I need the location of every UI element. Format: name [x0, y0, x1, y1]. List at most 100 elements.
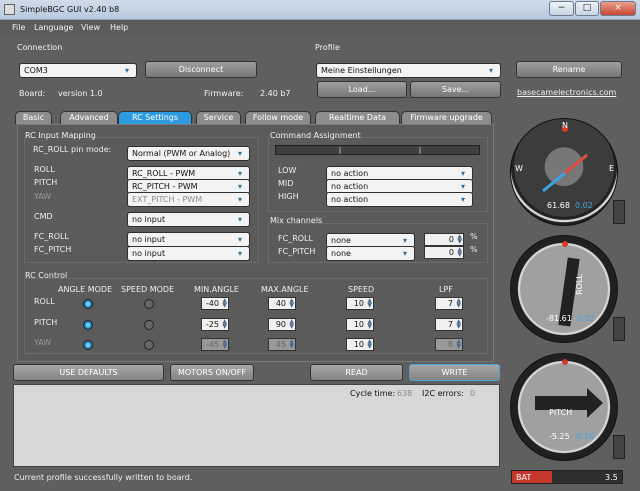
pitch-lpf-input[interactable]: 7 ▲ ▼	[435, 318, 463, 331]
pitch-rate-readout: 0.16	[576, 432, 594, 441]
use-defaults-button[interactable]: USE DEFAULTS	[13, 364, 164, 381]
rc-pitch-label: PITCH	[34, 318, 58, 327]
yaw-angle-mode-radio[interactable]	[83, 340, 93, 350]
min-angle-header: MIN.ANGLE	[194, 285, 239, 294]
roll-lpf-input[interactable]: 7 ▲ ▼	[435, 297, 463, 310]
tab-service[interactable]: Service	[196, 111, 241, 124]
pitch-speed-mode-radio[interactable]	[144, 320, 154, 330]
tab-realtime-data[interactable]: Realtime Data	[315, 111, 400, 124]
battery-label: BAT	[516, 473, 532, 482]
roll-speed-input[interactable]: 10 ▲ ▼	[346, 297, 374, 310]
i2c-errors-value: 0	[470, 389, 476, 398]
mix-pitch-percent-input[interactable]: 0 ▲ ▼	[424, 246, 464, 259]
yaw-source-select[interactable]: EXT_PITCH - PWM ▾	[127, 192, 250, 207]
west-label: W	[515, 164, 523, 173]
status-message: Current profile successfully written to …	[14, 473, 193, 482]
roll-speed-mode-radio[interactable]	[144, 299, 154, 309]
tab-follow-mode[interactable]: Follow mode	[245, 111, 311, 124]
connection-title: Connection	[17, 43, 63, 52]
roll-input-label: ROLL	[34, 165, 55, 174]
roll-level-box	[613, 317, 625, 341]
fc-pitch-input-label: FC_PITCH	[34, 245, 72, 254]
save-button[interactable]: Save...	[410, 81, 501, 98]
pitch-speed-input[interactable]: 10 ▲ ▼	[346, 318, 374, 331]
profile-title: Profile	[315, 43, 340, 52]
menu-file[interactable]: File	[12, 23, 25, 32]
pitch-input-label: PITCH	[34, 178, 58, 187]
pitch-level-box	[613, 435, 625, 459]
write-button[interactable]: WRITE	[409, 364, 500, 381]
compass-needle-icon	[542, 126, 588, 193]
speed-mode-header: SPEED MODE	[121, 285, 175, 294]
tab-basic[interactable]: Basic	[15, 111, 52, 124]
disconnect-button[interactable]: Disconnect	[145, 61, 257, 78]
yaw-max-angle-input[interactable]: 45 ▲ ▼	[268, 338, 296, 351]
roll-angle-mode-radio[interactable]	[83, 299, 93, 309]
menu-bar: File Language View Help	[0, 20, 640, 36]
cycle-time-value: 638	[397, 389, 413, 398]
firmware-version: 2.40 b7	[260, 89, 291, 98]
load-button[interactable]: Load...	[317, 81, 407, 98]
tab-firmware-upgrade[interactable]: Firmware upgrade	[401, 111, 492, 124]
pitch-angle-mode-radio[interactable]	[83, 320, 93, 330]
mix-channels-title: Mix channels	[270, 216, 323, 225]
motors-toggle-button[interactable]: MOTORS ON/OFF	[170, 364, 254, 381]
cmd-high-select[interactable]: no action ▾	[326, 192, 473, 207]
pitch-gauge-label: PITCH	[549, 408, 573, 417]
mix-pitch-percent-unit: %	[470, 245, 478, 254]
minimize-button[interactable]: −	[549, 1, 574, 16]
board-version: version 1.0	[58, 89, 103, 98]
fc-pitch-input-select[interactable]: no input ▾	[127, 246, 250, 261]
cmd-mid-label: MID	[278, 179, 294, 188]
cmd-select[interactable]: no input ▾	[127, 212, 250, 227]
rc-input-mapping-title: RC Input Mapping	[25, 131, 96, 140]
cmd-low-label: LOW	[278, 166, 297, 175]
battery-indicator: BAT 3.5	[511, 470, 623, 484]
firmware-label: Firmware:	[204, 89, 244, 98]
maximize-button[interactable]: □	[575, 1, 599, 16]
roll-max-angle-input[interactable]: 40 ▲ ▼	[268, 297, 296, 310]
yaw-lpf-input[interactable]: 8 ▲ ▼	[435, 338, 463, 351]
board-label: Board:	[19, 89, 46, 98]
speed-header: SPEED	[348, 285, 375, 294]
roll-horizon-icon	[558, 241, 580, 327]
yaw-rate-readout: 0.02	[575, 201, 593, 210]
roll-min-angle-input[interactable]: -40 ▲ ▼	[201, 297, 229, 310]
close-button[interactable]: ×	[600, 1, 636, 16]
mix-pitch-select[interactable]: none ▾	[326, 246, 415, 261]
yaw-speed-input[interactable]: 10 ▲ ▼	[346, 338, 374, 351]
cmd-label: CMD	[34, 212, 53, 221]
com-port-select[interactable]: COM3 ▾	[19, 63, 137, 78]
mix-roll-percent-unit: %	[470, 232, 478, 241]
rc-yaw-label: YAW	[34, 338, 52, 347]
yaw-min-angle-input[interactable]: -45 ▲ ▼	[201, 338, 229, 351]
tab-rc-settings[interactable]: RC Settings	[118, 111, 192, 124]
menu-help[interactable]: Help	[110, 23, 128, 32]
rename-button[interactable]: Rename	[516, 61, 622, 78]
cycle-time-label: Cycle time:	[350, 389, 396, 398]
roll-pin-mode-select[interactable]: Normal (PWM or Analog) ▾	[127, 146, 250, 161]
pitch-max-angle-input[interactable]: 90 ▲ ▼	[268, 318, 296, 331]
mix-roll-percent-input[interactable]: 0 ▲ ▼	[424, 233, 464, 246]
roll-angle-readout: -81.61	[546, 314, 572, 323]
profile-select[interactable]: Meine Einstellungen ▾	[316, 63, 501, 78]
fc-roll-input-label: FC_ROLL	[34, 232, 69, 241]
battery-value: 3.5	[605, 473, 618, 482]
yaw-angle-readout: 61.68	[547, 201, 570, 210]
roll-pin-mode-label: RC_ROLL pin mode:	[33, 145, 112, 154]
mix-fc-pitch-label: FC_PITCH	[278, 247, 316, 256]
pitch-min-angle-input[interactable]: -25 ▲ ▼	[201, 318, 229, 331]
website-link[interactable]: basecamelectronics.com	[517, 88, 616, 97]
rc-signal-bar	[275, 145, 480, 155]
max-angle-header: MAX.ANGLE	[261, 285, 309, 294]
menu-language[interactable]: Language	[34, 23, 73, 32]
read-button[interactable]: READ	[310, 364, 403, 381]
yaw-input-label: YAW	[34, 192, 52, 201]
tab-advanced[interactable]: Advanced	[60, 111, 118, 124]
roll-gauge: ROLL -81.61 0.02	[510, 235, 618, 343]
yaw-speed-mode-radio[interactable]	[144, 340, 154, 350]
window-title: SimpleBGC GUI v2.40 b8	[20, 5, 120, 14]
menu-view[interactable]: View	[81, 23, 100, 32]
yaw-level-box	[613, 200, 625, 224]
fc-roll-input-select[interactable]: no input ▾	[127, 232, 250, 247]
